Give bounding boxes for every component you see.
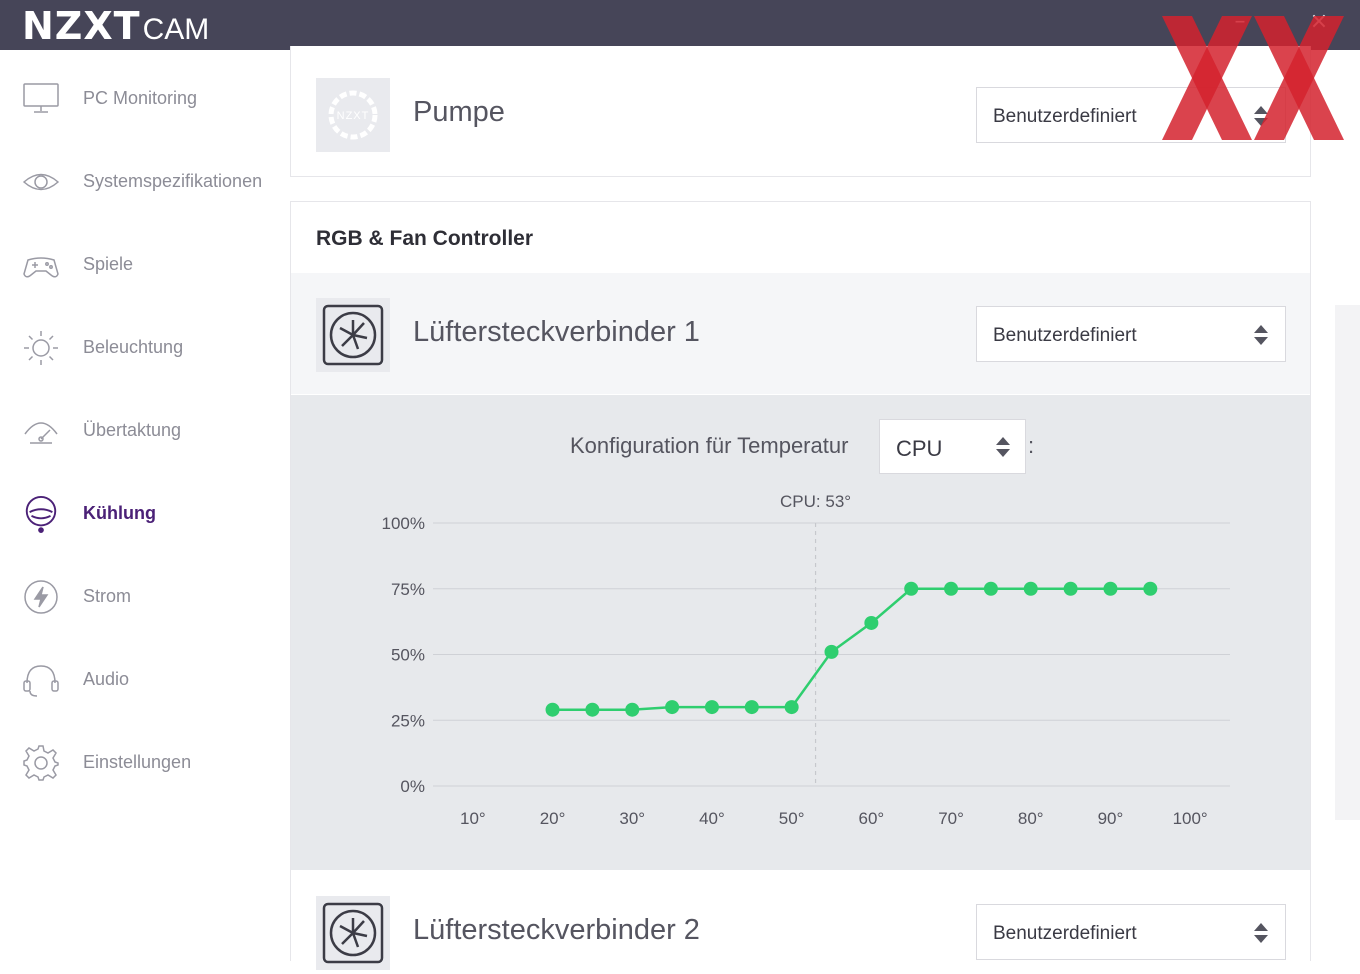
fan1-mode-value: Benutzerdefiniert (993, 325, 1137, 346)
pump-title: Pumpe (413, 96, 505, 128)
sidebar-item-einstellungen[interactable]: Einstellungen (0, 732, 290, 792)
fan-curve-chart[interactable]: 0% 25% 50% 75% 100% 10° 20° 30° 40° 50° 60° 70° 80° 9… (291, 395, 1310, 870)
curve-point[interactable] (1023, 581, 1038, 596)
title-bar: NZXTCAM – × (0, 0, 1360, 50)
temperature-source-value: CPU (896, 436, 943, 461)
x-tick-label: 70° (938, 809, 964, 828)
app-logo: NZXTCAM (22, 4, 209, 48)
curve-point[interactable] (824, 644, 839, 659)
select-arrows-icon (1253, 921, 1269, 945)
gamepad-icon (22, 246, 60, 284)
sidebar-label: Übertaktung (83, 420, 182, 440)
fan1-mode-select[interactable]: Benutzerdefiniert (976, 306, 1286, 362)
sidebar-label: Audio (83, 669, 130, 689)
sidebar-label: Kühlung (83, 503, 156, 523)
curve-point[interactable] (625, 702, 640, 717)
close-button[interactable]: × (1307, 10, 1331, 34)
fan1-row: Lüftersteckverbinder 1 Benutzerdefiniert (291, 273, 1310, 394)
x-tick-label: 90° (1098, 809, 1124, 828)
curve-point[interactable] (1103, 581, 1118, 596)
x-tick-label: 80° (1018, 809, 1044, 828)
x-tick-label: 50° (779, 809, 805, 828)
eye-icon (22, 163, 60, 201)
curve-point[interactable] (744, 700, 759, 715)
curve-point[interactable] (1143, 581, 1158, 596)
sidebar-label: Systemspezifikationen (83, 171, 263, 191)
minimize-button[interactable]: – (1228, 10, 1252, 34)
pump-mode-select[interactable]: Benutzerdefiniert (976, 87, 1286, 143)
scrollbar[interactable] (1335, 305, 1360, 820)
monitor-icon (22, 80, 60, 118)
y-tick-label: 25% (391, 711, 425, 730)
x-tick-label: 40° (699, 809, 725, 828)
select-arrows-icon (1253, 323, 1269, 347)
x-tick-label: 60° (858, 809, 884, 828)
fan2-row: Lüftersteckverbinder 2 Benutzerdefiniert (291, 871, 1310, 971)
headphones-icon (22, 661, 60, 699)
curve-point[interactable] (904, 581, 919, 596)
fan2-mode-value: Benutzerdefiniert (993, 923, 1137, 944)
sidebar-item-beleuchtung[interactable]: Beleuchtung (0, 317, 290, 377)
sidebar-item-strom[interactable]: Strom (0, 566, 290, 626)
curve-point[interactable] (545, 702, 560, 717)
pump-icon-text: NZXT (337, 110, 370, 122)
pump-mode-value: Benutzerdefiniert (993, 106, 1137, 127)
logo-text: NZXT (22, 4, 141, 48)
sidebar-item-audio[interactable]: Audio (0, 649, 290, 709)
fan-icon (316, 298, 390, 372)
curve-point[interactable] (983, 581, 998, 596)
select-arrows-icon (1253, 104, 1269, 128)
fan1-title: Lüftersteckverbinder 1 (413, 316, 700, 348)
temperature-colon: : (1028, 433, 1035, 458)
gear-icon (22, 744, 60, 782)
curve-point[interactable] (585, 702, 600, 717)
y-tick-label: 100% (382, 514, 425, 533)
pump-card: NZXT Pumpe Benutzerdefiniert (290, 46, 1311, 177)
curve-point[interactable] (864, 615, 879, 630)
fan2-mode-select[interactable]: Benutzerdefiniert (976, 904, 1286, 960)
sidebar-label: Strom (83, 586, 132, 606)
x-tick-label: 100° (1173, 809, 1208, 828)
sidebar-item-systemspezifikationen[interactable]: Systemspezifikationen (0, 151, 290, 211)
section-title: RGB & Fan Controller (316, 227, 534, 250)
main-content: NZXT Pumpe Benutzerdefiniert RGB & Fan C… (290, 46, 1360, 971)
fan-curve-line (552, 587, 1151, 711)
product-text: CAM (142, 13, 210, 46)
x-tick-label: 20° (540, 809, 566, 828)
y-tick-label: 75% (391, 580, 425, 599)
curve-point[interactable] (1063, 581, 1078, 596)
select-arrows-icon (995, 435, 1011, 459)
sidebar-item-spiele[interactable]: Spiele (0, 234, 290, 294)
sidebar-item-pc-monitoring[interactable]: PC Monitoring (0, 68, 290, 128)
curve-point[interactable] (665, 700, 680, 715)
cooling-icon (22, 495, 60, 533)
fan-icon (316, 896, 390, 970)
y-tick-label: 0% (400, 777, 425, 796)
sidebar-label: Spiele (83, 254, 134, 274)
speedometer-icon (22, 412, 60, 450)
temperature-config-label: Konfiguration für Temperatur (570, 433, 849, 458)
pump-device-icon: NZXT (316, 78, 390, 152)
rgb-fan-card: RGB & Fan Controller Lüftersteckverbinde… (290, 201, 1311, 971)
curve-point[interactable] (944, 581, 959, 596)
sidebar: PC Monitoring Systemspezifikationen Spie… (0, 50, 290, 946)
temperature-source-select[interactable]: CPU (879, 419, 1026, 474)
fan2-title: Lüftersteckverbinder 2 (413, 914, 700, 946)
current-temperature-label: CPU: 53° (780, 492, 851, 511)
sidebar-label: Beleuchtung (83, 337, 184, 357)
lightning-icon (22, 578, 60, 616)
fan-curve-panel: 0% 25% 50% 75% 100% 10° 20° 30° 40° 50° 60° 70° 80° 9… (291, 395, 1310, 870)
x-tick-label: 10° (460, 809, 486, 828)
sidebar-label: Einstellungen (83, 752, 192, 772)
sidebar-item-kuehlung[interactable]: Kühlung (0, 483, 290, 543)
y-tick-label: 50% (391, 646, 425, 665)
curve-point[interactable] (704, 700, 719, 715)
sidebar-item-uebertaktung[interactable]: Übertaktung (0, 400, 290, 460)
sun-icon (22, 329, 60, 367)
sidebar-label: PC Monitoring (83, 88, 198, 108)
curve-point[interactable] (784, 700, 799, 715)
x-tick-label: 30° (619, 809, 645, 828)
